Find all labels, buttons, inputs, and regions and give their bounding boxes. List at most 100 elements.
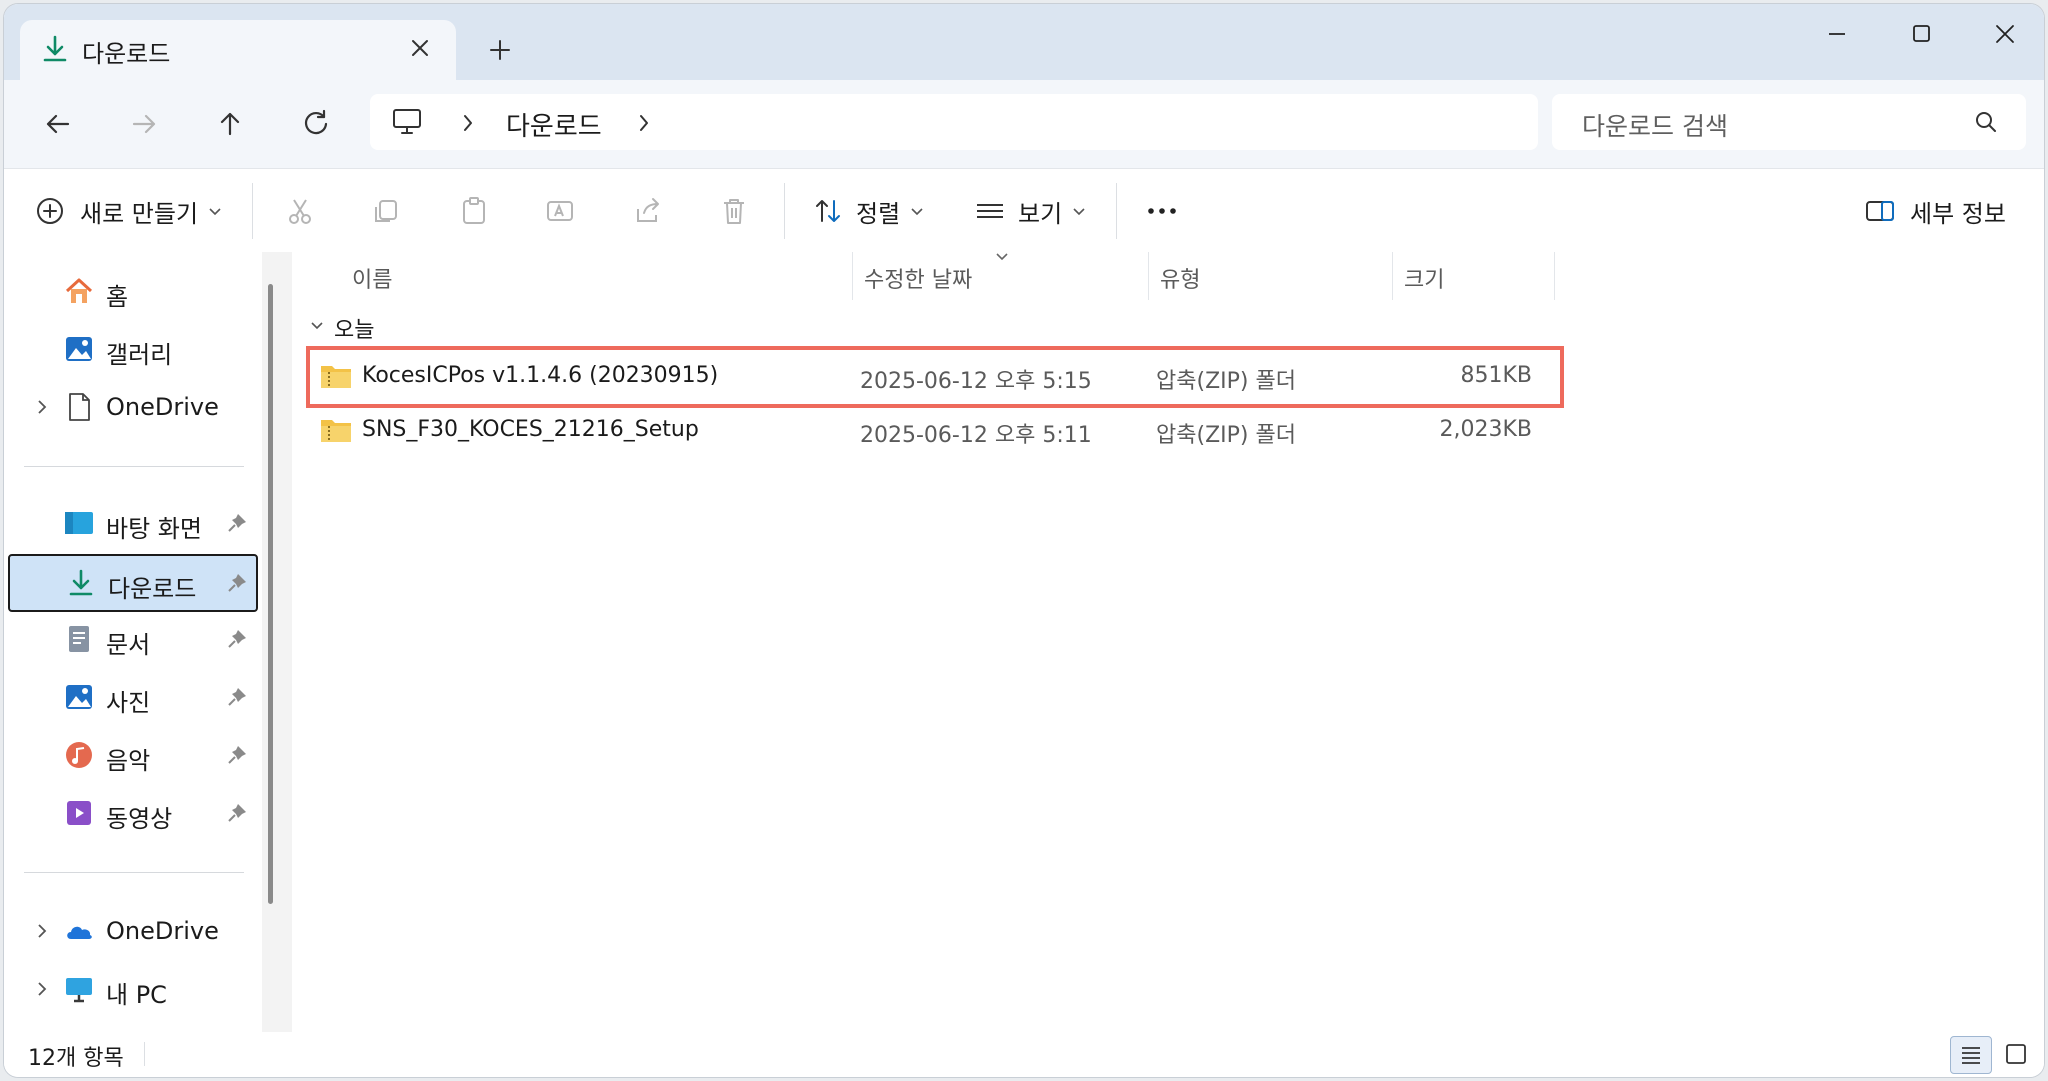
file-size: 2,023KB xyxy=(1439,417,1532,442)
sidebar-scrollbar-track[interactable] xyxy=(262,252,292,1032)
sidebar-item-this-pc[interactable]: 내 PC xyxy=(8,962,256,1016)
sort-label: 정렬 xyxy=(856,199,901,228)
documents-icon xyxy=(69,626,89,652)
column-header-type[interactable]: 유형 xyxy=(1160,262,1200,294)
sidebar-item-pictures[interactable]: 사진 xyxy=(8,670,256,724)
desktop-icon xyxy=(65,512,93,534)
sort-chevron-down-icon xyxy=(996,253,1008,261)
sort-button[interactable]: 정렬 xyxy=(812,189,926,233)
view-button[interactable]: 보기 xyxy=(974,189,1088,233)
up-arrow-icon[interactable] xyxy=(208,102,252,146)
file-list: 이름 수정한 날짜 유형 크기 오늘 KocesICPos v1.1.4.6 (… xyxy=(292,252,2044,1032)
column-header-date[interactable]: 수정한 날짜 xyxy=(864,262,972,294)
chevron-right-icon[interactable] xyxy=(460,112,476,134)
details-view-icon[interactable] xyxy=(1950,1036,1992,1074)
command-bar: 새로 만들기 정렬 보기 세부 정보 xyxy=(4,168,2044,254)
chevron-down-icon xyxy=(209,208,221,216)
new-button[interactable]: 새로 만들기 xyxy=(34,189,224,233)
pin-icon[interactable] xyxy=(226,686,248,708)
sidebar-item-onedrive[interactable]: OneDrive xyxy=(8,904,256,958)
close-tab-icon[interactable] xyxy=(404,32,436,64)
back-arrow-icon[interactable] xyxy=(36,102,80,146)
rename-icon[interactable] xyxy=(544,195,576,227)
sidebar-item-onedrive-personal[interactable]: OneDrive xyxy=(8,380,256,434)
download-icon xyxy=(43,35,67,62)
file-row[interactable]: KocesICPos v1.1.4.6 (20230915) 2025-06-1… xyxy=(320,352,1560,402)
download-icon xyxy=(69,569,93,596)
group-label: 오늘 xyxy=(334,318,375,343)
delete-icon[interactable] xyxy=(718,195,750,227)
file-row[interactable]: SNS_F30_KOCES_21216_Setup 2025-06-12 오후 … xyxy=(320,406,1560,456)
pin-icon[interactable] xyxy=(226,512,248,534)
music-icon xyxy=(66,742,92,768)
sidebar-item-label: 내 PC xyxy=(106,981,167,1009)
maximize-icon[interactable] xyxy=(1896,16,1946,52)
sidebar-item-music[interactable]: 음악 xyxy=(8,728,256,782)
pin-icon[interactable] xyxy=(226,572,248,594)
navigation-bar: 다운로드 다운로드 검색 xyxy=(4,80,2044,168)
search-placeholder[interactable]: 다운로드 검색 xyxy=(1582,107,1728,143)
search-box[interactable]: 다운로드 검색 xyxy=(1552,94,2026,150)
search-icon[interactable] xyxy=(1972,108,2000,136)
zip-folder-icon xyxy=(321,366,351,388)
sidebar-item-gallery[interactable]: 갤러리 xyxy=(8,322,256,376)
pin-icon[interactable] xyxy=(226,628,248,650)
new-label: 새로 만들기 xyxy=(80,199,199,228)
zip-folder-icon xyxy=(321,420,351,442)
chevron-right-icon[interactable] xyxy=(32,920,52,942)
sidebar-item-videos[interactable]: 동영상 xyxy=(8,786,256,840)
copy-icon[interactable] xyxy=(370,195,402,227)
paste-icon[interactable] xyxy=(458,195,490,227)
tab-downloads[interactable]: 다운로드 xyxy=(20,20,456,80)
breadcrumb-downloads[interactable]: 다운로드 xyxy=(506,106,602,143)
column-header-name[interactable]: 이름 xyxy=(352,262,392,294)
address-bar[interactable]: 다운로드 xyxy=(370,94,1538,150)
details-pane-icon xyxy=(1866,201,1894,221)
chevron-right-icon[interactable] xyxy=(636,112,652,134)
chevron-right-icon[interactable] xyxy=(32,978,52,1000)
navigation-pane: 홈 갤러리 OneDrive 바탕 화면 다운로드 문서 사진 음악 동영상 O… xyxy=(4,252,262,1032)
file-date: 2025-06-12 오후 5:15 xyxy=(860,369,1092,394)
gallery-icon xyxy=(66,337,92,361)
cut-icon[interactable] xyxy=(284,195,316,227)
more-options-icon[interactable] xyxy=(1144,195,1180,227)
file-name[interactable]: KocesICPos v1.1.4.6 (20230915) xyxy=(362,363,718,388)
view-list-icon xyxy=(977,204,1003,218)
document-icon xyxy=(69,393,90,421)
details-label: 세부 정보 xyxy=(1910,199,2006,228)
sidebar-item-home[interactable]: 홈 xyxy=(8,264,256,318)
forward-arrow-icon[interactable] xyxy=(122,102,166,146)
file-explorer-window: 다운로드 다운로드 다운로드 검색 새로 만들기 정렬 보기 세부 정보 홈 갤… xyxy=(4,4,2044,1077)
new-tab-icon[interactable] xyxy=(484,34,516,66)
sidebar-item-downloads[interactable]: 다운로드 xyxy=(8,554,258,612)
sidebar-item-label: 동영상 xyxy=(106,805,173,833)
column-header-size[interactable]: 크기 xyxy=(1404,262,1444,294)
sidebar-item-desktop[interactable]: 바탕 화면 xyxy=(8,496,256,550)
sidebar-scrollbar-thumb[interactable] xyxy=(268,284,273,904)
refresh-icon[interactable] xyxy=(294,102,338,146)
minimize-icon[interactable] xyxy=(1812,16,1862,52)
sidebar-item-label: 문서 xyxy=(106,631,151,659)
tiles-view-icon[interactable] xyxy=(1996,1036,2036,1072)
view-label: 보기 xyxy=(1018,199,1063,228)
title-bar: 다운로드 xyxy=(4,4,2044,80)
sidebar-item-label: OneDrive xyxy=(106,393,219,421)
share-icon[interactable] xyxy=(632,195,664,227)
pin-icon[interactable] xyxy=(226,802,248,824)
home-icon xyxy=(65,278,93,303)
pictures-icon xyxy=(66,685,92,709)
sidebar-item-label: 사진 xyxy=(106,689,151,717)
sidebar-item-documents[interactable]: 문서 xyxy=(8,612,256,666)
file-type: 압축(ZIP) 폴더 xyxy=(1156,423,1296,448)
chevron-right-icon[interactable] xyxy=(32,396,52,418)
tab-title: 다운로드 xyxy=(82,40,171,68)
chevron-down-icon xyxy=(911,208,923,216)
close-window-icon[interactable] xyxy=(1980,16,2030,52)
sidebar-item-label: OneDrive xyxy=(106,917,219,945)
computer-icon xyxy=(66,978,92,1003)
file-name[interactable]: SNS_F30_KOCES_21216_Setup xyxy=(362,417,699,442)
pin-icon[interactable] xyxy=(226,744,248,766)
details-pane-button[interactable]: 세부 정보 xyxy=(1864,189,2006,233)
chevron-down-icon xyxy=(311,322,323,330)
computer-icon[interactable] xyxy=(392,108,422,136)
